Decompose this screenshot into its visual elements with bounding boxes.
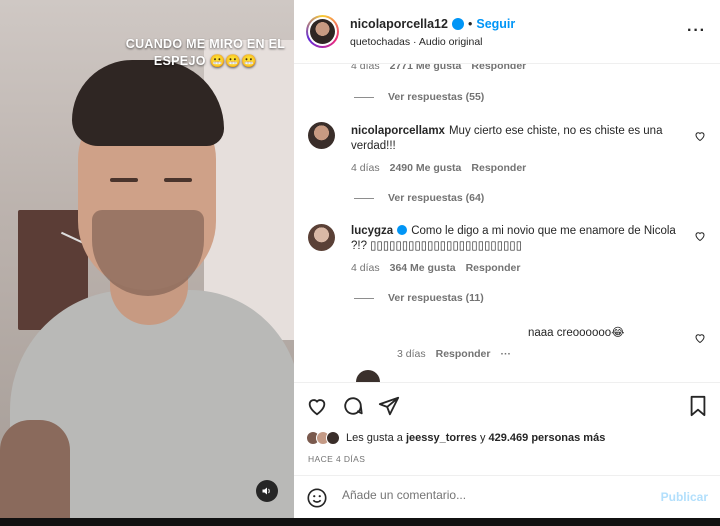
likes-count[interactable]: 429.469 personas más: [489, 432, 606, 444]
author-row: nicolaporcella12 • Seguir: [350, 17, 515, 31]
comment-time: 4 días: [351, 262, 380, 274]
post-header: nicolaporcella12 • Seguir quetochadas · …: [294, 0, 720, 64]
replies-line: [354, 297, 374, 299]
view-replies-label: Ver respuestas (55): [388, 91, 485, 103]
comments-list: 4 días 2771 Me gusta Responder Ver respu…: [294, 64, 720, 382]
separator-dot: •: [467, 17, 473, 31]
author-username[interactable]: nicolaporcella12: [350, 17, 448, 31]
like-heart-icon[interactable]: [306, 395, 328, 417]
comment-text: nicolaporcellamx Muy cierto ese chiste, n…: [351, 124, 681, 154]
view-replies-button[interactable]: Ver respuestas (64): [354, 192, 484, 204]
verified-badge-icon: [397, 225, 408, 235]
comment-avatar[interactable]: [308, 122, 335, 149]
reply-button[interactable]: Responder: [466, 262, 521, 274]
replies-line: [354, 197, 374, 199]
reply-time: 3 días: [397, 348, 426, 360]
comment-likes[interactable]: 2490 Me gusta: [390, 162, 462, 174]
view-replies-button[interactable]: Ver respuestas (11): [354, 292, 484, 304]
comment-meta: 4 días 364 Me gusta Responder: [351, 262, 520, 274]
view-replies-label: Ver respuestas (64): [388, 192, 485, 204]
post-actions: Les gusta a jeessy_torres y 429.469 pers…: [294, 382, 720, 518]
comment-avatar[interactable]: [308, 224, 335, 251]
comment-time: 4 días: [351, 162, 380, 174]
post-panel: nicolaporcella12 • Seguir quetochadas · …: [294, 0, 720, 518]
person-hair: [72, 60, 224, 146]
replies-line: [354, 96, 374, 98]
liker-avatar: [326, 431, 340, 445]
video-caption: CUANDO ME MIRO EN EL ESPEJO 😬😬😬: [118, 36, 293, 70]
add-comment-bar: Publicar: [294, 475, 720, 519]
mute-button[interactable]: [256, 480, 278, 502]
likes-mid: y: [479, 432, 486, 444]
verified-badge-icon: [451, 18, 464, 30]
comment-bubble-icon[interactable]: [342, 395, 364, 417]
comment-time: 4 días: [351, 64, 380, 72]
likes-text: Les gusta a jeessy_torres y 429.469 pers…: [346, 432, 605, 444]
view-replies-label: Ver respuestas (11): [388, 292, 484, 304]
reply-button[interactable]: Responder: [471, 64, 526, 72]
comment-likes[interactable]: 364 Me gusta: [390, 262, 456, 274]
comment-avatar[interactable]: [356, 370, 380, 382]
reply-body: naaa creoooooo😂: [528, 327, 625, 339]
reply-button[interactable]: Responder: [471, 162, 526, 174]
more-options-button[interactable]: ···: [687, 22, 706, 40]
person-arm: [0, 420, 70, 518]
likes-summary[interactable]: Les gusta a jeessy_torres y 429.469 pers…: [306, 431, 605, 445]
person-eye-right: [164, 178, 192, 182]
reply-more-button[interactable]: ···: [500, 348, 511, 360]
speaker-icon: [262, 487, 270, 495]
like-comment-heart-icon[interactable]: [694, 130, 706, 142]
comment-likes[interactable]: 2771 Me gusta: [390, 64, 462, 72]
author-avatar[interactable]: [306, 15, 339, 48]
post-timestamp: HACE 4 DÍAS: [308, 454, 366, 464]
emoji-smile-icon[interactable]: [306, 487, 328, 509]
video-caption-text: CUANDO ME MIRO EN EL ESPEJO: [125, 37, 286, 68]
person-eye-left: [110, 178, 138, 182]
bottom-strip: [0, 518, 720, 526]
like-comment-heart-icon[interactable]: [694, 230, 706, 242]
comment-text: lucygza Como le digo a mi novio que me en…: [351, 224, 681, 254]
liker-username[interactable]: jeessy_torres: [406, 432, 477, 444]
reply-button[interactable]: Responder: [436, 348, 491, 360]
reel-video[interactable]: CUANDO ME MIRO EN EL ESPEJO 😬😬😬: [0, 0, 294, 518]
follow-button[interactable]: Seguir: [476, 17, 515, 31]
save-bookmark-icon[interactable]: [688, 395, 708, 417]
comment-username[interactable]: nicolaporcellamx: [351, 125, 445, 137]
publish-button[interactable]: Publicar: [661, 490, 708, 504]
audio-subtitle[interactable]: quetochadas · Audio original: [350, 36, 483, 48]
view-replies-button[interactable]: Ver respuestas (55): [354, 91, 484, 103]
video-caption-emoji: 😬😬😬: [209, 54, 258, 68]
action-icons: [306, 395, 400, 417]
comment-username[interactable]: lucygza: [351, 225, 393, 237]
likes-prefix: Les gusta a: [346, 432, 403, 444]
share-paper-plane-icon[interactable]: [378, 395, 400, 417]
comment-input[interactable]: [342, 488, 642, 502]
like-reply-heart-icon[interactable]: [694, 332, 706, 344]
comment-meta: 4 días 2771 Me gusta Responder: [351, 64, 526, 72]
reply-meta: 3 días Responder ···: [397, 348, 511, 360]
comment-meta: 4 días 2490 Me gusta Responder: [351, 162, 526, 174]
